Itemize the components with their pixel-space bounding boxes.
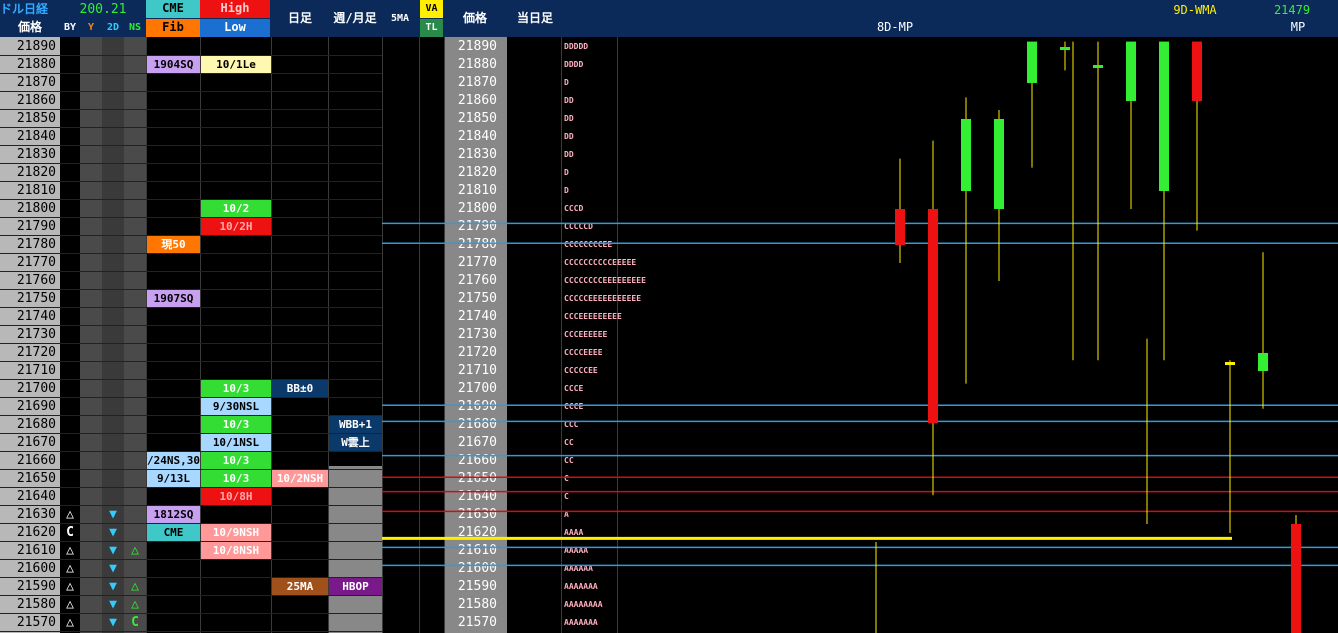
candle-body [1126,41,1136,101]
candle-body [961,119,971,191]
candle-body [1258,353,1268,371]
candle-body [1225,362,1235,365]
candle-body [928,209,938,424]
candle-body [1093,65,1103,68]
candle-body [1159,41,1169,191]
candle-chart [382,41,1338,633]
candle-body [1060,47,1070,50]
candle-body [994,119,1004,209]
candle-body [1027,41,1037,83]
candle-body [895,209,905,245]
candle-body [1291,524,1301,633]
candle-body [1192,41,1202,101]
